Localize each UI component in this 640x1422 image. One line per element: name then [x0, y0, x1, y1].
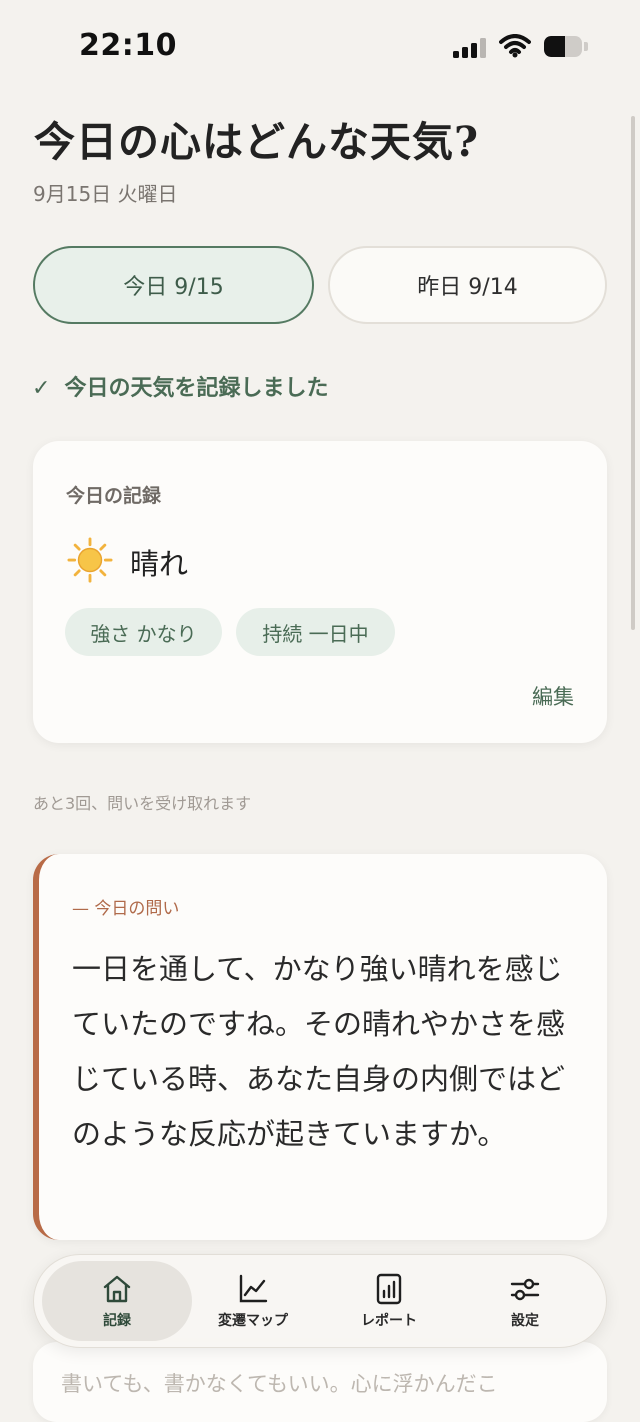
report-icon — [376, 1273, 402, 1305]
edit-button[interactable]: 編集 — [532, 681, 574, 711]
saved-message: ✓ 今日の天気を記録しました — [32, 370, 328, 402]
record-card: 今日の記録 晴れ 強さ かなり 持続 一日中 編集 — [33, 441, 607, 743]
battery-cap — [584, 42, 588, 51]
status-bar: 22:10 — [0, 0, 640, 96]
nav-label-report: レポート — [361, 1313, 417, 1329]
intensity-chip: 強さ かなり — [65, 608, 222, 656]
page-title: 今日の心はどんな天気? — [34, 118, 480, 166]
duration-chip: 持続 一日中 — [236, 608, 395, 656]
nav-label-map: 変遷マップ — [218, 1313, 288, 1329]
sun-icon — [67, 537, 113, 583]
cellular-signal-icon — [453, 38, 486, 58]
line-chart-icon — [239, 1274, 268, 1303]
answer-placeholder: 書いても、書かなくてもいい。心に浮かんだこ — [61, 1372, 498, 1396]
question-text: 一日を通して、かなり強い晴れを感じていたのですね。その晴れやかさを感じている時、… — [72, 952, 566, 1151]
nav-item-settings[interactable]: 設定 — [460, 1255, 590, 1347]
nav-item-record[interactable]: 記録 — [52, 1255, 182, 1347]
remaining-count: あと3回、問いを受け取れます — [33, 794, 252, 813]
sliders-icon — [510, 1278, 540, 1301]
nav-item-report[interactable]: レポート — [324, 1255, 454, 1347]
battery-icon — [544, 36, 582, 57]
nav-item-map[interactable]: 変遷マップ — [188, 1255, 318, 1347]
today-button[interactable]: 今日 9/15 — [33, 246, 314, 324]
weather-label: 晴れ — [130, 547, 189, 581]
question-label: — 今日の問い — [72, 899, 180, 919]
record-label: 今日の記録 — [66, 485, 162, 507]
current-date: 9月15日 火曜日 — [33, 182, 178, 206]
bottom-nav: 記録 変遷マップ レポート 設定 — [33, 1254, 607, 1348]
nav-label-record: 記録 — [103, 1313, 131, 1329]
check-icon: ✓ — [32, 376, 51, 401]
yesterday-button[interactable]: 昨日 9/14 — [328, 246, 607, 324]
question-card: — 今日の問い 一日を通して、かなり強い晴れを感じていたのですね。その晴れやかさ… — [33, 854, 607, 1240]
scrollbar[interactable] — [631, 116, 635, 630]
saved-message-text: 今日の天気を記録しました — [64, 376, 329, 401]
nav-label-settings: 設定 — [511, 1313, 539, 1329]
wifi-icon — [499, 34, 531, 58]
status-time: 22:10 — [79, 28, 177, 63]
answer-input[interactable]: 書いても、書かなくてもいい。心に浮かんだこ — [33, 1342, 607, 1422]
home-icon — [103, 1275, 131, 1303]
